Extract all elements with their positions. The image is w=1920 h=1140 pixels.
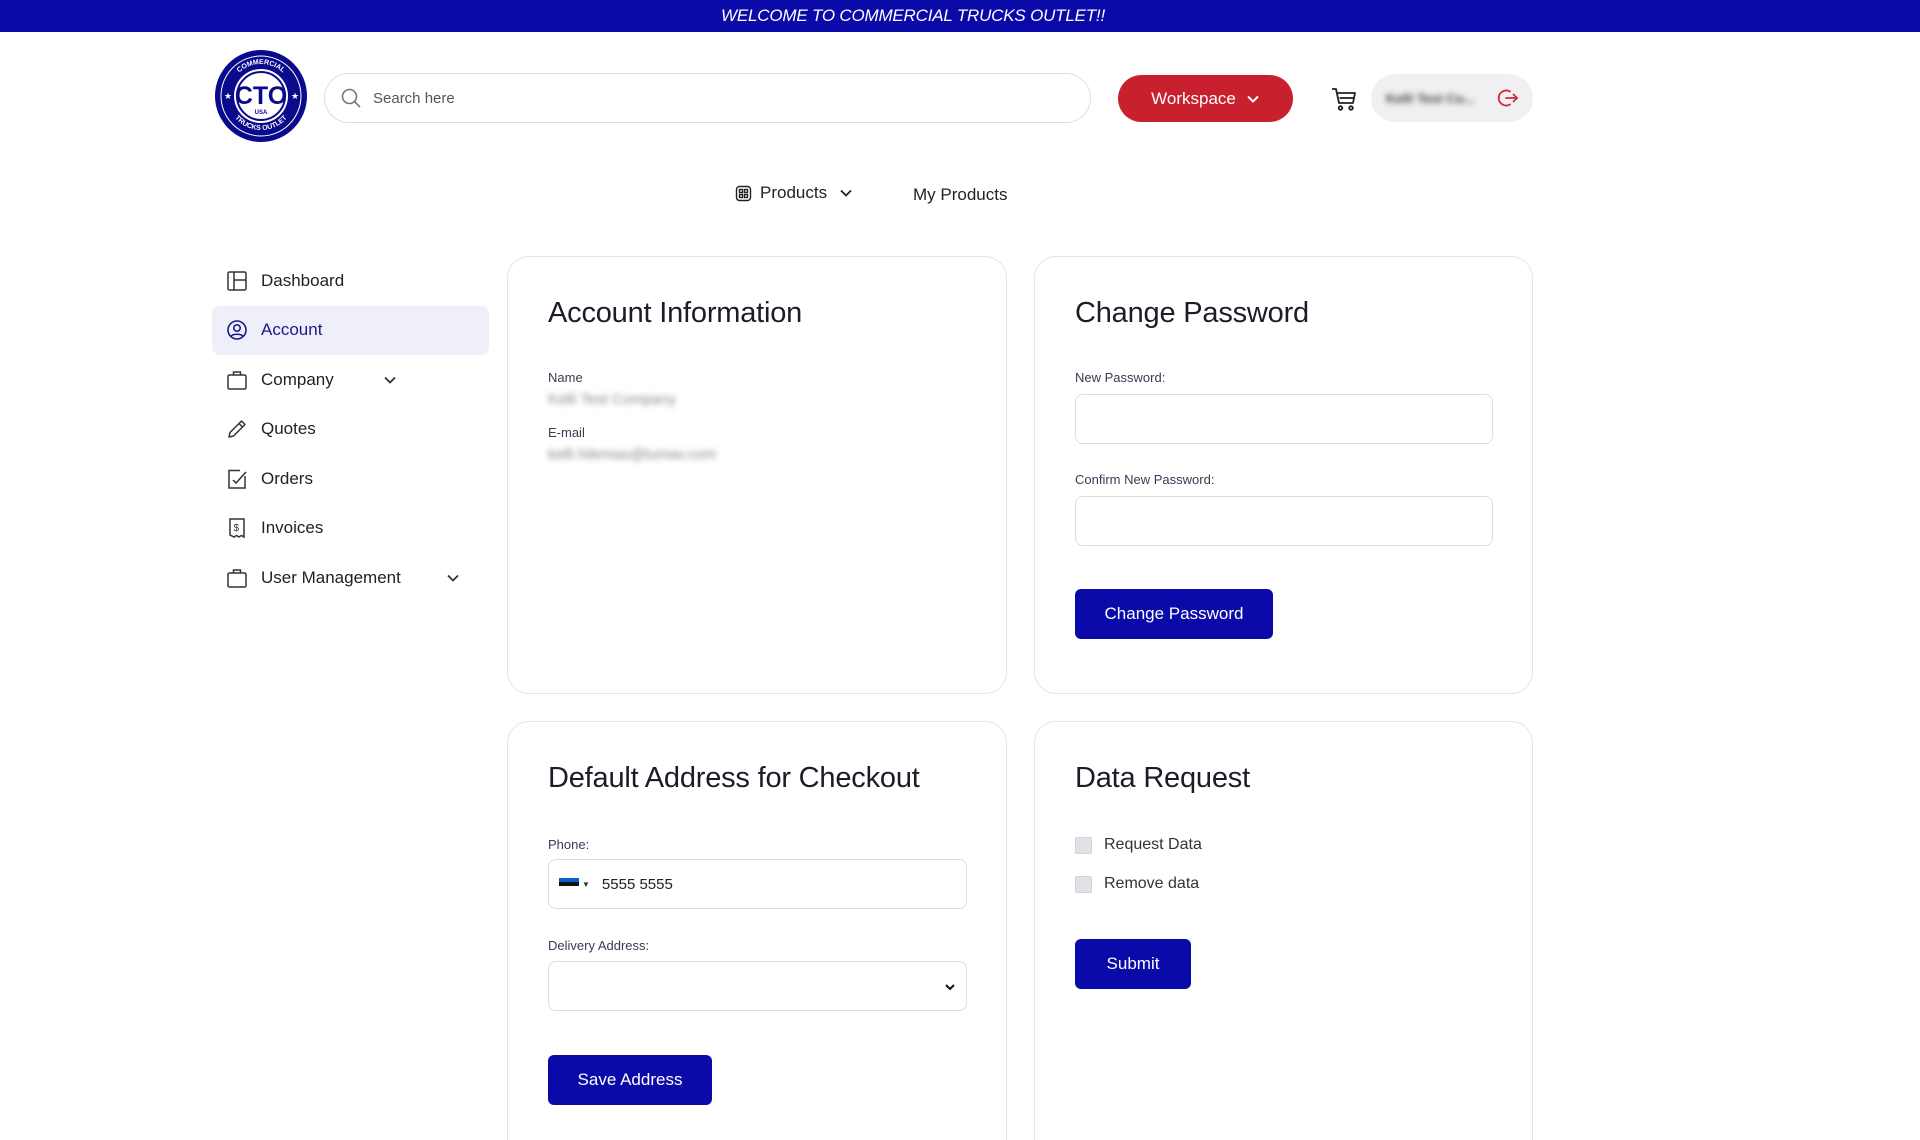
request-data-option[interactable]: Request Data bbox=[1075, 836, 1202, 854]
request-data-label: Request Data bbox=[1104, 836, 1202, 853]
welcome-banner: WELCOME TO COMMERCIAL TRUCKS OUTLET!! bbox=[0, 0, 1920, 32]
account-info-title: Account Information bbox=[548, 297, 803, 329]
change-password-title: Change Password bbox=[1075, 297, 1309, 329]
nav-products-label: Products bbox=[760, 183, 828, 202]
data-request-card: Data Request Request Data Remove data Su… bbox=[1034, 721, 1533, 1140]
new-password-label: New Password: bbox=[1075, 370, 1166, 385]
sidebar-item-label: User Management bbox=[261, 567, 401, 587]
sidebar-item-invoices[interactable]: $ Invoices bbox=[212, 504, 489, 553]
name-label: Name bbox=[548, 370, 583, 385]
nav-products[interactable]: Products bbox=[735, 183, 853, 203]
data-request-title: Data Request bbox=[1075, 762, 1250, 794]
search-bar[interactable] bbox=[324, 73, 1091, 123]
confirm-password-input[interactable] bbox=[1075, 496, 1493, 546]
sidebar-item-dashboard[interactable]: Dashboard bbox=[212, 256, 489, 305]
delivery-address-select[interactable] bbox=[548, 961, 967, 1011]
company-logo[interactable]: COMMERCIAL TRUCKS OUTLET CTO USA ★ ★ bbox=[215, 50, 307, 142]
sidebar-item-label: Orders bbox=[261, 468, 313, 488]
email-value: kelli.hilemas@lumav.com bbox=[548, 446, 717, 463]
change-password-card: Change Password New Password: Confirm Ne… bbox=[1034, 256, 1533, 694]
sidebar-item-company[interactable]: Company bbox=[212, 355, 489, 404]
change-password-button[interactable]: Change Password bbox=[1075, 589, 1273, 639]
svg-text:$: $ bbox=[234, 523, 240, 534]
sidebar-item-user-management[interactable]: User Management bbox=[212, 553, 489, 602]
chevron-down-icon bbox=[945, 984, 955, 991]
phone-field[interactable]: ▼ 5555 5555 bbox=[548, 859, 967, 909]
name-value: Kelli Test Company bbox=[548, 391, 677, 408]
sidebar-item-account[interactable]: Account bbox=[212, 305, 489, 355]
submit-button[interactable]: Submit bbox=[1075, 939, 1191, 989]
invoice-icon: $ bbox=[229, 518, 245, 539]
remove-data-checkbox[interactable] bbox=[1075, 875, 1092, 893]
chevron-down-icon[interactable] bbox=[382, 372, 398, 388]
phone-label: Phone: bbox=[548, 837, 590, 852]
dashboard-icon bbox=[227, 270, 247, 291]
sidebar-item-label: Company bbox=[261, 369, 334, 389]
sidebar-item-label: Quotes bbox=[261, 419, 316, 438]
sidebar-item-orders[interactable]: Orders bbox=[212, 454, 489, 503]
sidebar-item-quotes[interactable]: Quotes bbox=[212, 405, 489, 454]
welcome-banner-text: WELCOME TO COMMERCIAL TRUCKS OUTLET!! bbox=[721, 6, 1105, 25]
svg-text:★: ★ bbox=[291, 91, 299, 101]
user-name: Kelli Test Co... bbox=[1386, 90, 1475, 106]
confirm-password-label: Confirm New Password: bbox=[1075, 472, 1215, 487]
search-icon bbox=[341, 88, 361, 108]
products-icon bbox=[735, 185, 752, 201]
account-info-card: Account Information Name Kelli Test Comp… bbox=[507, 256, 1007, 694]
search-input[interactable] bbox=[373, 89, 1073, 107]
cart-icon[interactable] bbox=[1330, 85, 1358, 113]
briefcase-icon bbox=[227, 370, 247, 390]
new-password-input[interactable] bbox=[1075, 394, 1493, 444]
email-label: E-mail bbox=[548, 425, 585, 440]
sidebar-item-label: Dashboard bbox=[261, 270, 345, 290]
pencil-icon bbox=[228, 420, 246, 438]
nav-my-products[interactable]: My Products bbox=[913, 185, 1007, 205]
phone-value: 5555 5555 bbox=[601, 875, 673, 893]
chevron-down-icon bbox=[1247, 95, 1259, 103]
flag-icon[interactable] bbox=[559, 878, 579, 890]
remove-data-option[interactable]: Remove data bbox=[1075, 875, 1199, 893]
sidebar-item-label: Invoices bbox=[261, 518, 324, 537]
orders-icon bbox=[228, 469, 247, 489]
workspace-label: Workspace bbox=[1151, 88, 1236, 108]
save-address-button[interactable]: Save Address bbox=[548, 1055, 712, 1105]
request-data-checkbox[interactable] bbox=[1075, 836, 1092, 854]
sidebar: Dashboard Account Company Quotes Orders … bbox=[212, 256, 489, 603]
user-circle-icon bbox=[227, 320, 247, 340]
address-title: Default Address for Checkout bbox=[548, 762, 920, 794]
logo-sub-text: USA bbox=[255, 110, 268, 116]
chevron-down-icon[interactable] bbox=[445, 570, 461, 586]
logout-icon[interactable] bbox=[1497, 87, 1519, 109]
caret-down-icon: ▼ bbox=[582, 879, 590, 889]
user-account-pill[interactable]: Kelli Test Co... bbox=[1371, 74, 1533, 122]
remove-data-label: Remove data bbox=[1104, 875, 1200, 892]
workspace-button[interactable]: Workspace bbox=[1118, 75, 1293, 122]
sidebar-item-label: Account bbox=[261, 320, 323, 339]
briefcase-icon bbox=[227, 568, 247, 588]
chevron-down-icon bbox=[840, 189, 852, 197]
default-address-card: Default Address for Checkout Phone: ▼ 55… bbox=[507, 721, 1007, 1140]
delivery-address-label: Delivery Address: bbox=[548, 938, 650, 953]
logo-letters: CTO bbox=[235, 82, 287, 110]
svg-text:★: ★ bbox=[224, 91, 232, 101]
